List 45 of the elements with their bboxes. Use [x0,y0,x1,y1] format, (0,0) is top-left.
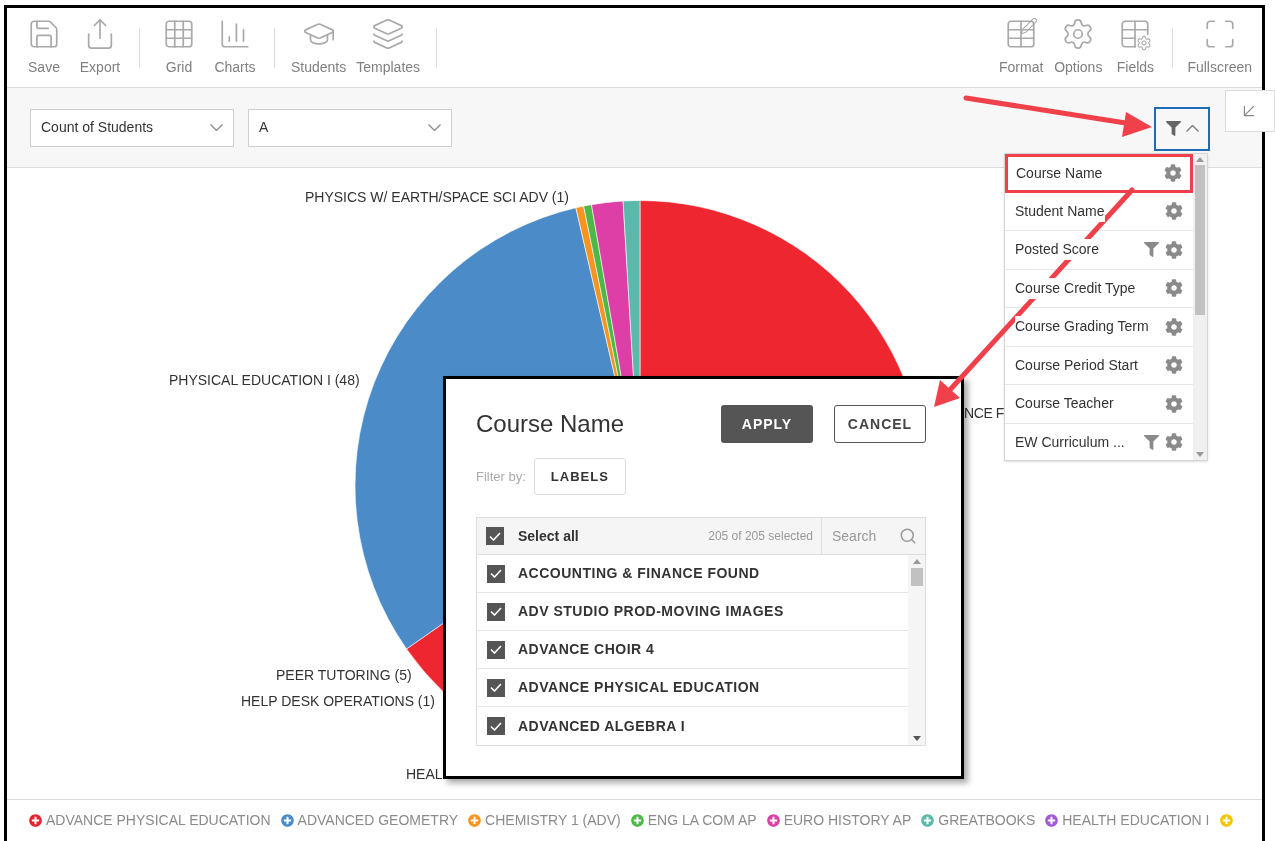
toolbar-button[interactable]: Fullscreen [1183,17,1256,78]
field-list-item[interactable]: EW Curriculum ... [1005,423,1193,462]
chart-label: HELP DESK OPERATIONS (1) [241,693,435,709]
chart-label: PEER TUTORING (5) [276,667,412,683]
toolbar-button[interactable]: Templates [352,17,425,78]
toolbar-button[interactable]: Save [17,17,71,78]
dialog-title: Course Name [476,409,626,439]
filter-option[interactable]: ADVANCE CHOIR 4 [477,631,908,669]
filter-by-label: Filter by: [476,467,526,486]
chart-label: PHYSICAL EDUCATION I (48) [169,372,360,388]
selection-count: 205 of 205 selected [708,528,814,545]
toolbar-button[interactable]: Options [1050,17,1107,78]
apply-button[interactable]: APPLY [721,405,813,443]
legend-item[interactable]: ENG LA COM AP [630,810,757,831]
legend-item[interactable]: ADVANCE PHYSICAL EDUCATION [29,810,271,831]
filter-option[interactable]: ADVANCE PHYSICAL EDUCATION [477,669,908,707]
labels-button[interactable]: LABELS [533,458,626,495]
chart-label: HEAL [406,766,443,782]
field-list-item[interactable]: Course Period Start [1005,346,1193,385]
legend-item[interactable]: CHEMISTRY 1 (ADV) [468,810,621,831]
filter-option[interactable]: ADVANCED ALGEBRA I [477,707,908,745]
toolbar-button[interactable]: Fields [1108,17,1163,78]
legend-item[interactable]: EURO HISTORY AP [766,810,912,831]
field-list-item[interactable]: Course Grading Term [1005,308,1193,347]
field-list-item[interactable]: Course Credit Type [1005,269,1193,308]
field-list-item[interactable]: Student Name [1005,192,1193,231]
legend-item[interactable]: ADVANCED GEOMETRY [280,810,459,831]
filter-option[interactable]: ACCOUNTING & FINANCE FOUND [477,555,908,593]
field-list-item[interactable]: Posted Score [1005,231,1193,270]
filter-option[interactable]: ADV STUDIO PROD-MOVING IMAGES [477,593,908,631]
toolbar-button[interactable]: Format [994,17,1049,78]
dropdown-select[interactable]: Count of Students [30,108,234,147]
toolbar-button[interactable]: Charts [208,17,262,78]
dropdown-select[interactable]: A [248,108,452,147]
cancel-button[interactable]: CANCEL [834,405,926,443]
toolbar-button[interactable]: Students [287,17,351,78]
toolbar-button[interactable]: Export [73,17,127,78]
field-list-item[interactable]: Course Teacher [1005,385,1193,424]
field-list-item[interactable]: Course Name [1005,154,1193,193]
chart-label: NCE F [964,405,1004,421]
select-all-label: Select all [518,526,580,546]
search-field[interactable]: Search [832,525,899,547]
legend-item[interactable]: GREATBOOKS [921,810,1036,831]
toolbar-button[interactable]: Grid [152,17,206,78]
chart-label: PHYSICS W/ EARTH/SPACE SCI ADV (1) [305,189,569,205]
